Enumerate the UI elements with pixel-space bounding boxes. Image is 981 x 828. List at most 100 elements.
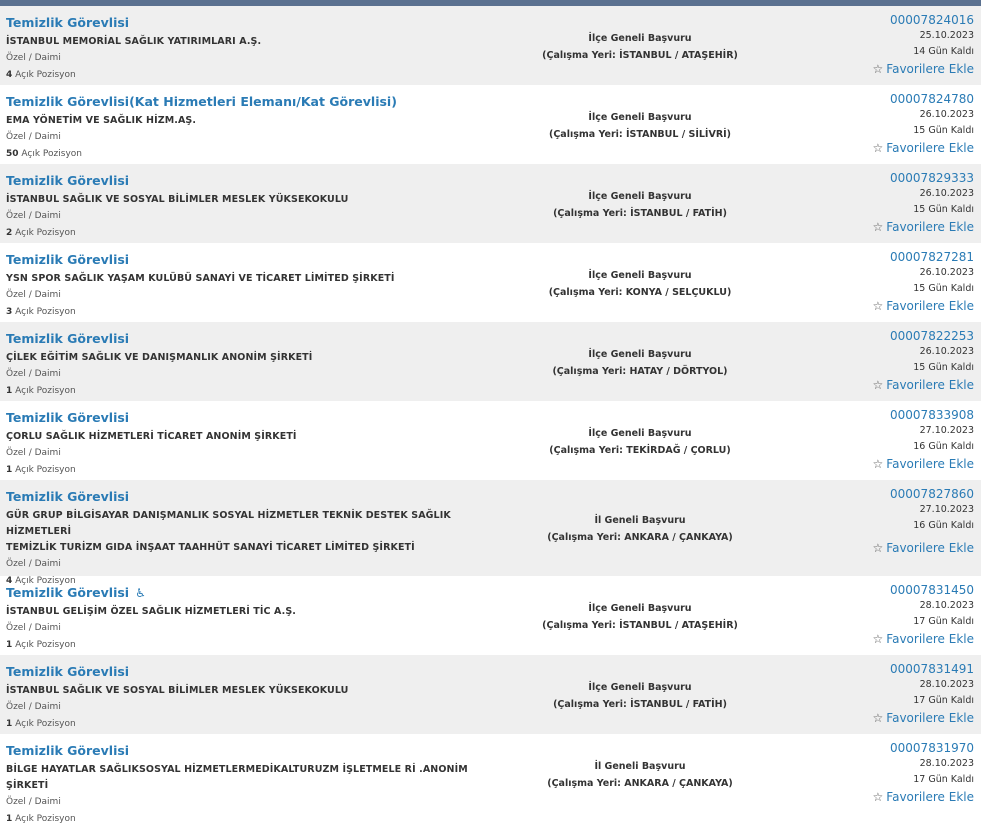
job-listing-row: Temizlik Görevlisi♿ BİLGE HAYATLAR SAĞLI… xyxy=(0,734,981,824)
job-title-line: Temizlik Görevlisi♿ xyxy=(6,407,506,426)
company-name: ÇİLEK EĞİTİM SAĞLIK VE DANIŞMANLIK ANONİ… xyxy=(6,350,506,366)
job-title-link[interactable]: Temizlik Görevlisi xyxy=(6,173,129,188)
company-name-line: GÜR GRUP BİLGİSAYAR DANIŞMANLIK SOSYAL H… xyxy=(6,510,451,537)
favorites-label: Favorilere Ekle xyxy=(886,141,974,155)
scope-text: İlçe Geneli Başvuru xyxy=(588,603,692,614)
star-icon: ☆ xyxy=(872,141,884,155)
application-scope: İl Geneli Başvuru (Çalışma Yeri: ANKARA … xyxy=(470,758,810,792)
job-listing-row: Temizlik Görevlisi♿ YSN SPOR SAĞLIK YAŞA… xyxy=(0,243,981,322)
job-info: Temizlik Görevlisi ♿ İSTANBUL GELİŞİM ÖZE… xyxy=(6,582,506,654)
listing-number-link[interactable]: 00007833908 xyxy=(873,407,974,423)
position-label: Açık Pozisyon xyxy=(15,228,76,238)
days-remaining: 15 Gün Kaldı xyxy=(913,362,974,373)
days-remaining: 16 Gün Kaldı xyxy=(913,441,974,452)
job-title-link[interactable]: Temizlik Görevlisi xyxy=(6,252,129,267)
employment-type: Özel / Daimi xyxy=(6,211,61,221)
add-to-favorites-button[interactable]: ☆ Favorilere Ekle xyxy=(873,709,974,727)
add-to-favorites-button[interactable]: ☆ Favorilere Ekle xyxy=(873,139,974,157)
listing-number-link[interactable]: 00007822253 xyxy=(873,328,974,344)
employment-type: Özel / Daimi xyxy=(6,53,61,63)
job-info: Temizlik Görevlisi♿ ÇİLEK EĞİTİM SAĞLIK … xyxy=(6,328,506,400)
application-scope: İlçe Geneli Başvuru (Çalışma Yeri: HATAY… xyxy=(470,346,810,380)
job-title-link[interactable]: Temizlik Görevlisi xyxy=(6,15,129,30)
listing-meta: 00007822253 26.10.2023 15 Gün Kaldı ☆ Fav… xyxy=(873,328,974,394)
favorites-label: Favorilere Ekle xyxy=(886,220,974,234)
add-to-favorites-button[interactable]: ☆ Favorilere Ekle xyxy=(873,60,974,78)
company-name-line: TEMİZLİK TURİZM GIDA İNŞAAT TAAHHÜT SANA… xyxy=(6,542,415,553)
job-title-link[interactable]: Temizlik Görevlisi xyxy=(6,585,129,600)
listing-number-link[interactable]: 00007824016 xyxy=(873,12,974,28)
application-scope: İlçe Geneli Başvuru (Çalışma Yeri: TEKİR… xyxy=(470,425,810,459)
open-positions: 4 Açık Pozisyon xyxy=(6,67,506,84)
listing-meta: 00007831970 28.10.2023 17 Gün Kaldı ☆ Fav… xyxy=(873,740,974,806)
company-name: İSTANBUL SAĞLIK VE SOSYAL BİLİMLER MESLE… xyxy=(6,192,506,208)
company-name-line: İSTANBUL MEMORİAL SAĞLIK YATIRIMLARI A.Ş… xyxy=(6,36,262,47)
employment-type: Özel / Daimi xyxy=(6,559,61,569)
company-name: İSTANBUL GELİŞİM ÖZEL SAĞLIK HİZMETLERİ … xyxy=(6,604,506,620)
add-to-favorites-button[interactable]: ☆ Favorilere Ekle xyxy=(873,376,974,394)
job-title-link[interactable]: Temizlik Görevlisi xyxy=(6,489,129,504)
listing-meta: 00007831491 28.10.2023 17 Gün Kaldı ☆ Fav… xyxy=(873,661,974,727)
scope-text: İlçe Geneli Başvuru xyxy=(588,428,692,439)
application-scope: İl Geneli Başvuru (Çalışma Yeri: ANKARA … xyxy=(470,512,810,546)
job-listing-row: Temizlik Görevlisi♿ GÜR GRUP BİLGİSAYAR … xyxy=(0,480,981,586)
job-title-link[interactable]: Temizlik Görevlisi xyxy=(6,331,129,346)
job-list: Temizlik Görevlisi ♿ İSTANBUL MEMORİAL SA… xyxy=(0,6,981,824)
job-title-line: Temizlik Görevlisi♿ xyxy=(6,328,506,347)
add-to-favorites-button[interactable]: ☆ Favorilere Ekle xyxy=(873,539,974,557)
star-icon: ☆ xyxy=(872,299,884,313)
listing-meta: 00007827281 26.10.2023 15 Gün Kaldı ☆ Fav… xyxy=(873,249,974,315)
position-count: 3 xyxy=(6,307,13,317)
add-to-favorites-button[interactable]: ☆ Favorilere Ekle xyxy=(873,455,974,473)
listing-meta: 00007833908 27.10.2023 16 Gün Kaldı ☆ Fav… xyxy=(873,407,974,473)
job-title-link[interactable]: Temizlik Görevlisi xyxy=(6,664,129,679)
listing-number-link[interactable]: 00007831970 xyxy=(873,740,974,756)
job-title-link[interactable]: Temizlik Görevlisi xyxy=(6,743,129,758)
job-title-line: Temizlik Görevlisi♿ xyxy=(6,170,506,189)
listing-number-link[interactable]: 00007827860 xyxy=(873,486,974,502)
company-name-line: İSTANBUL SAĞLIK VE SOSYAL BİLİMLER MESLE… xyxy=(6,685,349,696)
company-name-line: EMA YÖNETİM VE SAĞLIK HİZM.AŞ. xyxy=(6,115,197,126)
star-icon: ☆ xyxy=(872,378,884,392)
scope-text: İl Geneli Başvuru xyxy=(594,761,686,772)
job-listing-row: Temizlik Görevlisi(Kat Hizmetleri Eleman… xyxy=(0,85,981,164)
listing-number-link[interactable]: 00007829333 xyxy=(873,170,974,186)
add-to-favorites-button[interactable]: ☆ Favorilere Ekle xyxy=(873,297,974,315)
add-to-favorites-button[interactable]: ☆ Favorilere Ekle xyxy=(873,788,974,806)
add-to-favorites-button[interactable]: ☆ Favorilere Ekle xyxy=(873,630,974,648)
scope-text: İlçe Geneli Başvuru xyxy=(588,349,692,360)
company-name-line: İSTANBUL SAĞLIK VE SOSYAL BİLİMLER MESLE… xyxy=(6,194,349,205)
listing-date: 26.10.2023 xyxy=(919,188,974,199)
open-positions: 3 Açık Pozisyon xyxy=(6,304,506,321)
listing-number-link[interactable]: 00007827281 xyxy=(873,249,974,265)
job-info: Temizlik Görevlisi♿ ÇORLU SAĞLIK HİZMETL… xyxy=(6,407,506,479)
favorites-label: Favorilere Ekle xyxy=(886,457,974,471)
listing-meta: 00007827860 27.10.2023 16 Gün Kaldı ☆ Fav… xyxy=(873,486,974,557)
listing-date: 27.10.2023 xyxy=(919,425,974,436)
open-positions: 1 Açık Pozisyon xyxy=(6,637,506,654)
listing-number-link[interactable]: 00007831450 xyxy=(873,582,974,598)
days-remaining: 15 Gün Kaldı xyxy=(913,204,974,215)
star-icon: ☆ xyxy=(872,541,884,555)
job-info: Temizlik Görevlisi♿ YSN SPOR SAĞLIK YAŞA… xyxy=(6,249,506,321)
add-to-favorites-button[interactable]: ☆ Favorilere Ekle xyxy=(873,218,974,236)
job-listing-row: Temizlik Görevlisi♿ İSTANBUL MEMORİAL SA… xyxy=(0,6,981,85)
open-positions: 1 Açık Pozisyon xyxy=(6,383,506,400)
employment-type: Özel / Daimi xyxy=(6,702,61,712)
favorites-label: Favorilere Ekle xyxy=(886,299,974,313)
job-title-link[interactable]: Temizlik Görevlisi xyxy=(6,410,129,425)
star-icon: ☆ xyxy=(872,457,884,471)
star-icon: ☆ xyxy=(872,790,884,804)
open-positions: 1 Açık Pozisyon xyxy=(6,716,506,733)
listing-date: 28.10.2023 xyxy=(919,600,974,611)
listing-meta: 00007824780 26.10.2023 15 Gün Kaldı ☆ Fav… xyxy=(873,91,974,157)
listing-number-link[interactable]: 00007824780 xyxy=(873,91,974,107)
scope-text: İlçe Geneli Başvuru xyxy=(588,682,692,693)
employment-type: Özel / Daimi xyxy=(6,369,61,379)
company-name-line: İSTANBUL GELİŞİM ÖZEL SAĞLIK HİZMETLERİ … xyxy=(6,606,296,617)
job-title-line: Temizlik Görevlisi♿ xyxy=(6,249,506,268)
listing-number-link[interactable]: 00007831491 xyxy=(873,661,974,677)
work-location: (Çalışma Yeri: İSTANBUL / ATAŞEHİR) xyxy=(542,50,738,61)
job-title-link[interactable]: Temizlik Görevlisi(Kat Hizmetleri Eleman… xyxy=(6,94,397,109)
days-remaining: 15 Gün Kaldı xyxy=(913,125,974,136)
